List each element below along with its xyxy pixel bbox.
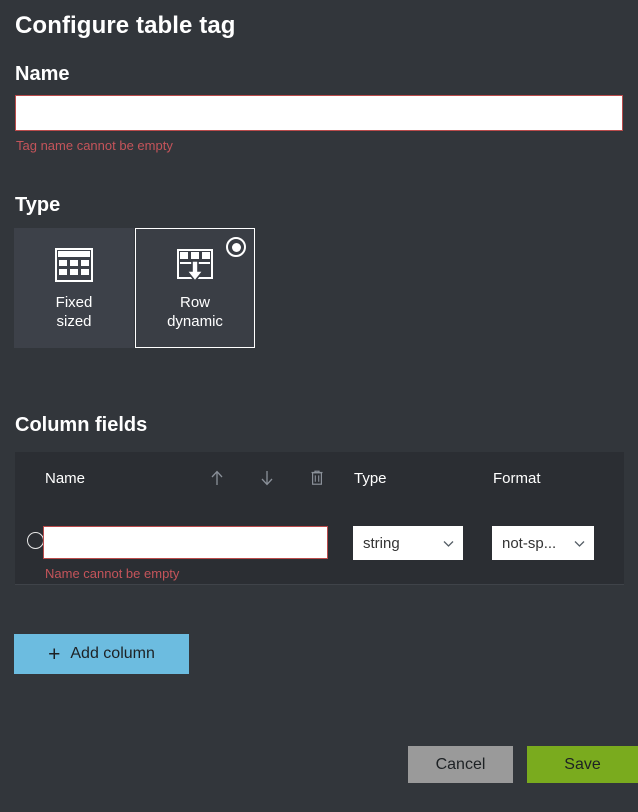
- column-name-error: Name cannot be empty: [45, 566, 180, 581]
- type-option-label: Row dynamic: [167, 293, 223, 331]
- type-option-fixed-sized[interactable]: Fixed sized: [14, 228, 134, 348]
- table-row: Name cannot be empty string not-sp...: [15, 504, 624, 585]
- type-option-label-line1: Fixed: [55, 294, 93, 311]
- add-column-button[interactable]: + Add column: [14, 634, 189, 674]
- save-button[interactable]: Save: [527, 746, 638, 783]
- table-grid-icon: [52, 245, 96, 285]
- table-row-dynamic-icon: [173, 245, 217, 285]
- page-title: Configure table tag: [15, 12, 236, 39]
- configure-table-tag-dialog: Configure table tag Name Tag name cannot…: [0, 0, 638, 812]
- type-option-label-line2: sized: [56, 313, 92, 330]
- column-fields-table: Name Type Format Name cannot be empty st…: [15, 452, 624, 585]
- chevron-down-icon: [573, 537, 586, 550]
- column-type-select[interactable]: string: [353, 526, 463, 560]
- radio-selected-icon[interactable]: [226, 237, 246, 257]
- type-option-row-dynamic[interactable]: Row dynamic: [135, 228, 255, 348]
- column-header-format: Format: [493, 469, 541, 487]
- column-format-value: not-sp...: [502, 534, 557, 552]
- tag-name-input[interactable]: [15, 95, 623, 131]
- column-header-name: Name: [45, 469, 86, 487]
- type-section-heading: Type: [15, 194, 61, 216]
- add-column-label: Add column: [70, 645, 155, 662]
- name-section-heading: Name: [15, 63, 70, 85]
- tag-name-error: Tag name cannot be empty: [16, 138, 173, 153]
- column-format-select[interactable]: not-sp...: [492, 526, 594, 560]
- table-header-row: Name Type Format: [15, 452, 624, 504]
- row-select-radio[interactable]: [27, 532, 44, 549]
- chevron-down-icon: [442, 537, 455, 550]
- column-header-type: Type: [354, 469, 387, 487]
- trash-icon[interactable]: [307, 468, 327, 488]
- column-name-input[interactable]: [43, 526, 328, 559]
- arrow-up-icon[interactable]: [207, 468, 227, 488]
- column-fields-heading: Column fields: [15, 414, 148, 436]
- type-option-label: Fixed sized: [56, 293, 93, 331]
- type-option-label-line2: dynamic: [167, 313, 223, 330]
- plus-icon: +: [48, 642, 61, 666]
- cancel-button[interactable]: Cancel: [408, 746, 513, 783]
- column-type-value: string: [363, 534, 400, 552]
- arrow-down-icon[interactable]: [257, 468, 277, 488]
- type-option-label-line1: Row: [179, 294, 210, 311]
- type-option-group: Fixed sized Row dynamic: [14, 228, 255, 348]
